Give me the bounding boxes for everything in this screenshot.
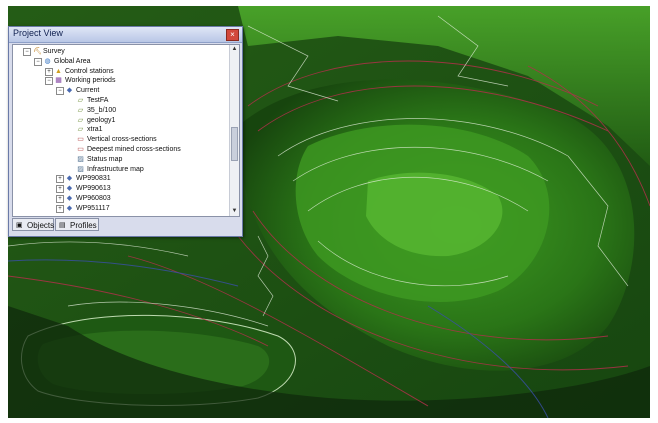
tree-item[interactable]: ▭ Vertical cross-sections (13, 135, 227, 145)
tree-item-label: Infrastructure map (87, 165, 144, 173)
tree-item-label: Working periods (65, 77, 116, 85)
periods-icon: ▦ (55, 77, 62, 85)
tab-objects[interactable]: ▣ Objects (12, 218, 54, 231)
scroll-down-icon[interactable]: ▼ (230, 207, 239, 216)
tree-item[interactable]: ▭ Deepest mined cross-sections (13, 145, 227, 155)
expand-toggle-icon[interactable]: + (56, 195, 64, 203)
profiles-icon: ▤ (59, 222, 66, 229)
tree-item[interactable]: ▨ Status map (13, 155, 227, 165)
tree-item[interactable]: ▨ Infrastructure map (13, 165, 227, 175)
tree-item[interactable]: ▱ geology1 (13, 116, 227, 126)
tab-profiles[interactable]: ▤ Profiles (55, 218, 99, 231)
project-tree[interactable]: − ⛏ Survey − ◍ Global Area + ▲ Control stations −… (12, 44, 240, 217)
tree-item-label: Control stations (65, 67, 114, 75)
expand-toggle-icon[interactable]: − (34, 57, 42, 66)
map-icon: ▨ (77, 165, 84, 173)
panel-title: Project View (13, 28, 63, 38)
tree-item-label: 35_b/100 (87, 106, 117, 114)
layer-icon: ▱ (77, 116, 84, 124)
expand-toggle-icon[interactable]: + (56, 175, 64, 184)
tree-item-label: xtra1 (87, 126, 103, 134)
tree-item-label: WP960803 (76, 195, 111, 202)
tree-item-label: WP951117 (76, 204, 110, 212)
period-icon: ◆ (66, 204, 73, 212)
tree-item[interactable]: ▱ TestFA (13, 96, 227, 106)
expand-toggle-icon[interactable]: − (56, 87, 64, 96)
expand-toggle-icon[interactable]: + (45, 67, 53, 76)
tree-item[interactable]: + ◆ WP990831 (13, 174, 227, 184)
tree-item[interactable]: − ◍ Global Area (13, 57, 227, 67)
layer-icon: ▱ (77, 97, 84, 104)
panel-titlebar[interactable]: Project View × (9, 27, 242, 43)
section-icon: ▭ (77, 146, 84, 153)
objects-icon: ▣ (16, 222, 23, 229)
tree-item[interactable]: ▱ 35_b/100 (13, 106, 227, 116)
tree-item-label: TestFA (87, 97, 109, 104)
layer-icon: ▱ (77, 126, 84, 134)
project-view-panel[interactable]: Project View × − ⛏ Survey − ◍ Global Area + ▲ Co… (8, 26, 243, 237)
tree-item-label: Vertical cross-sections (87, 136, 157, 144)
tree-item-label: Status map (87, 155, 123, 163)
tree-item[interactable]: + ◆ WP990613 (13, 184, 227, 194)
period-icon: ◆ (66, 175, 73, 183)
period-icon: ◆ (66, 87, 73, 95)
tree-item[interactable]: + ◆ WP960803 (13, 194, 227, 204)
tree-item[interactable]: + ▲ Control stations (13, 67, 227, 77)
expand-toggle-icon[interactable]: − (45, 77, 53, 86)
close-button[interactable]: × (226, 29, 239, 41)
tree-item[interactable]: − ▦ Working periods (13, 76, 227, 86)
expand-toggle-icon[interactable]: + (56, 185, 64, 194)
tree-item[interactable]: − ◆ Current (13, 86, 227, 96)
survey-icon: ⛏ (33, 48, 42, 55)
stations-icon: ▲ (55, 67, 62, 75)
expand-toggle-icon[interactable]: + (56, 204, 64, 213)
map-icon: ▨ (77, 155, 84, 163)
tree-item-label: Current (76, 87, 100, 95)
scroll-thumb[interactable] (231, 127, 238, 161)
area-icon: ◍ (44, 57, 51, 65)
tree-item-label: geology1 (87, 116, 116, 124)
tree-item[interactable]: − ⛏ Survey (13, 47, 227, 57)
layer-icon: ▱ (77, 106, 84, 114)
tree-item-label: Global Area (54, 57, 91, 65)
tree-item-label: Deepest mined cross-sections (87, 146, 181, 153)
scroll-up-icon[interactable]: ▲ (230, 45, 239, 54)
period-icon: ◆ (66, 185, 73, 193)
tree-scrollbar[interactable]: ▲ ▼ (229, 45, 239, 216)
expand-toggle-icon[interactable]: − (23, 48, 31, 56)
tree-item[interactable]: + ◆ WP951117 (13, 204, 227, 214)
tree-item-label: WP990831 (76, 175, 111, 183)
period-icon: ◆ (66, 195, 73, 202)
tree-item-label: WP990613 (76, 185, 111, 193)
tree-item-label: Survey (43, 48, 65, 55)
tree-item[interactable]: ▱ xtra1 (13, 125, 227, 135)
section-icon: ▭ (77, 136, 84, 144)
